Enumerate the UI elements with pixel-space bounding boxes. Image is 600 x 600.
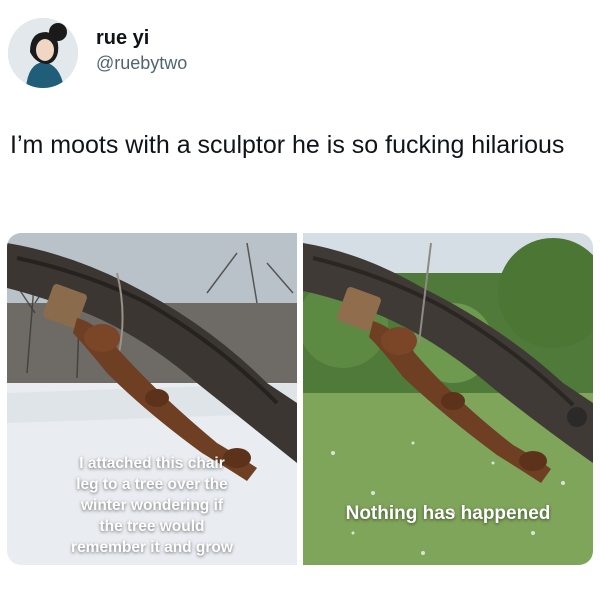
right-photo-caption: Nothing has happened bbox=[345, 503, 551, 524]
user-handle[interactable]: @ruebytwo bbox=[96, 51, 187, 75]
avatar[interactable] bbox=[8, 18, 78, 88]
tweet-header: rue yi @ruebytwo bbox=[8, 18, 187, 88]
photo-winter[interactable]: I attached this chair leg to a tree over… bbox=[7, 233, 297, 565]
tweet-text: I’m moots with a sculptor he is so fucki… bbox=[10, 131, 565, 159]
display-name[interactable]: rue yi bbox=[96, 25, 187, 51]
left-photo-caption: I attached this chair leg to a tree over… bbox=[71, 455, 233, 556]
tweet-media[interactable]: I attached this chair leg to a tree over… bbox=[7, 233, 593, 565]
photo-spring[interactable]: Nothing has happened bbox=[303, 233, 593, 565]
user-names: rue yi @ruebytwo bbox=[96, 25, 187, 75]
